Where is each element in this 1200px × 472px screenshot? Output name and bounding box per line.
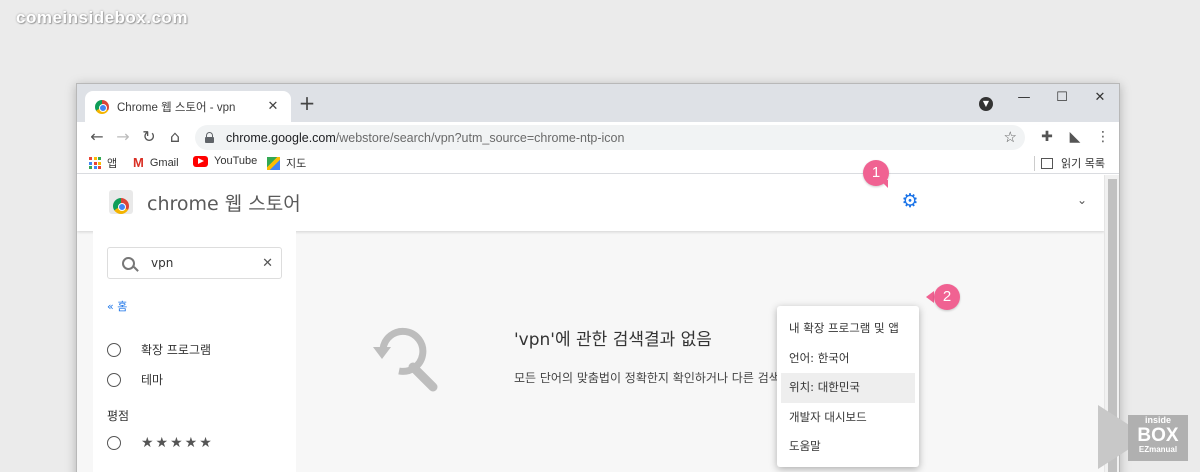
browser-tab-active[interactable]: Chrome 웹 스토어 - vpn ✕ xyxy=(85,91,291,122)
webstore-logo-icon[interactable] xyxy=(109,190,133,214)
bookmark-label: YouTube xyxy=(214,155,258,167)
apps-grid-icon xyxy=(89,157,101,169)
tab-search-icon[interactable]: ▼ xyxy=(979,97,993,111)
profile-avatar-icon[interactable]: ◣ xyxy=(1065,127,1085,147)
insidebox-brand-logo: inside BOX EZmanual xyxy=(1098,405,1188,469)
bookmark-star-icon[interactable]: ☆ xyxy=(1004,128,1017,146)
clear-search-icon[interactable]: ✕ xyxy=(262,256,273,271)
tab-close-icon[interactable]: ✕ xyxy=(265,99,281,114)
youtube-icon xyxy=(193,155,208,167)
lock-icon xyxy=(205,132,214,143)
reading-list-icon xyxy=(1041,157,1054,169)
brand-main-text: BOX xyxy=(1137,425,1179,446)
browser-window: Chrome 웹 스토어 - vpn ✕ + ▼ — ☐ ✕ ← → ↻ ⌂ c… xyxy=(76,83,1120,472)
search-icon xyxy=(122,256,135,270)
reading-list-button[interactable]: 읽기 목록 xyxy=(1041,155,1105,171)
store-search-input[interactable]: vpn ✕ xyxy=(107,247,282,279)
bookmark-gmail[interactable]: M Gmail xyxy=(133,155,179,170)
menu-item-location[interactable]: 위치: 대한민국 xyxy=(781,373,915,403)
bookmark-label: 앱 xyxy=(107,158,118,170)
menu-item-help[interactable]: 도움말 xyxy=(777,432,919,462)
bookmark-youtube[interactable]: YouTube xyxy=(193,155,257,167)
chevron-down-icon[interactable]: ⌄ xyxy=(1075,193,1089,207)
filter-label: 테마 xyxy=(141,373,164,387)
tab-strip: Chrome 웹 스토어 - vpn ✕ + ▼ — ☐ ✕ xyxy=(77,84,1119,122)
filter-extensions[interactable]: 확장 프로그램 xyxy=(107,341,211,358)
filter-rating-5[interactable]: ★★★★★ xyxy=(107,435,214,451)
maximize-button[interactable]: ☐ xyxy=(1047,88,1077,108)
reading-list-label: 읽기 목록 xyxy=(1061,157,1105,170)
menu-item-my-extensions[interactable]: 내 확장 프로그램 및 앱 xyxy=(777,314,919,344)
gmail-icon: M xyxy=(133,155,144,170)
bookmark-maps[interactable]: 지도 xyxy=(267,155,306,171)
no-results-title: 'vpn'에 관한 검색결과 없음 xyxy=(514,330,712,350)
address-bar[interactable]: chrome.google.com/webstore/search/vpn?ut… xyxy=(195,125,1025,150)
menu-item-developer-dashboard[interactable]: 개발자 대시보드 xyxy=(777,403,919,433)
url-host: chrome.google.com xyxy=(226,130,336,145)
bookmark-label: 지도 xyxy=(286,158,307,170)
site-watermark: comeinsidebox.com xyxy=(16,8,188,27)
search-value: vpn xyxy=(151,256,174,270)
bookmark-label: Gmail xyxy=(149,156,179,169)
bookmarks-bar: 앱 M Gmail YouTube 지도 읽기 목록 xyxy=(77,152,1119,174)
radio-button[interactable] xyxy=(107,342,121,357)
filter-themes[interactable]: 테마 xyxy=(107,371,163,388)
close-window-button[interactable]: ✕ xyxy=(1085,88,1115,108)
callout-marker-2: 2 xyxy=(934,284,960,310)
filter-label: 확장 프로그램 xyxy=(141,343,212,357)
rating-heading: 평점 xyxy=(107,409,130,423)
radio-button[interactable] xyxy=(107,436,121,450)
settings-dropdown-menu: 내 확장 프로그램 및 앱 언어: 한국어 위치: 대한민국 개발자 대시보드 … xyxy=(777,306,919,467)
minimize-button[interactable]: — xyxy=(1009,88,1039,108)
forward-arrow-icon[interactable]: → xyxy=(113,127,133,147)
new-tab-button[interactable]: + xyxy=(297,93,317,113)
callout-pointer-1 xyxy=(880,180,888,188)
five-stars-icon: ★★★★★ xyxy=(141,435,214,451)
extensions-puzzle-icon[interactable]: ✚ xyxy=(1037,127,1057,147)
menu-item-language[interactable]: 언어: 한국어 xyxy=(777,344,919,374)
bookmarks-divider xyxy=(1034,156,1035,171)
tab-title: Chrome 웹 스토어 - vpn xyxy=(117,101,236,114)
url-path: /webstore/search/vpn?utm_source=chrome-n… xyxy=(335,130,625,145)
maps-icon xyxy=(267,156,280,170)
store-header: chrome 웹 스토어 ⚙ ⌄ xyxy=(77,175,1105,231)
home-icon[interactable]: ⌂ xyxy=(165,127,185,147)
filter-sidebar: vpn ✕ « 홈 확장 프로그램 테마 평점 ★★★★★ xyxy=(93,231,296,472)
bookmark-apps[interactable]: 앱 xyxy=(89,155,117,171)
browser-toolbar: ← → ↻ ⌂ chrome.google.com/webstore/searc… xyxy=(77,122,1119,152)
radio-button[interactable] xyxy=(107,372,121,387)
store-title[interactable]: chrome 웹 스토어 xyxy=(147,189,301,216)
chrome-webstore-favicon-icon xyxy=(95,99,109,114)
brand-bottom-text: EZmanual xyxy=(1138,445,1178,454)
settings-gear-icon[interactable]: ⚙ xyxy=(901,192,919,211)
callout-pointer-2 xyxy=(926,291,934,303)
more-menu-icon[interactable]: ⋮ xyxy=(1093,127,1113,147)
home-link[interactable]: « 홈 xyxy=(107,298,127,314)
no-results-magnifier-icon xyxy=(373,327,438,392)
reload-icon[interactable]: ↻ xyxy=(139,127,159,147)
webstore-page: chrome 웹 스토어 ⚙ ⌄ vpn ✕ « 홈 확장 프로그램 테마 평점 xyxy=(77,175,1105,472)
back-arrow-icon[interactable]: ← xyxy=(87,127,107,147)
